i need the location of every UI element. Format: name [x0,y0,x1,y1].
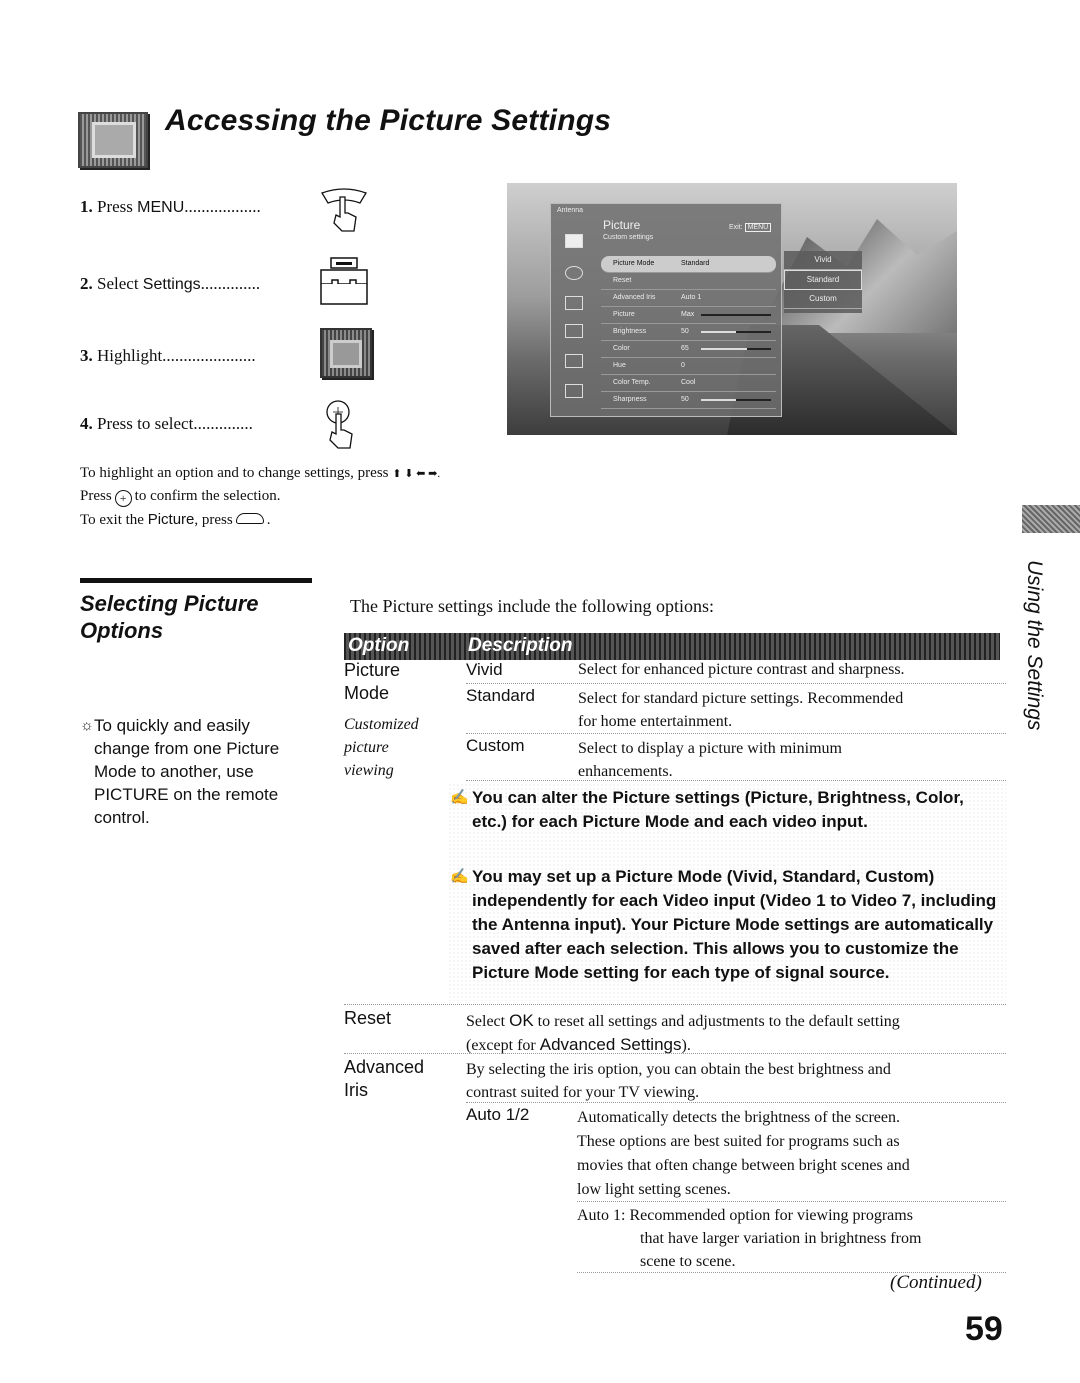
iris-auto-1-2-desc: Automatically detects the brightness of … [577,1109,910,1198]
menu-row-color-temp[interactable]: Color Temp. Cool [601,375,776,392]
reset-desc: Select OK to reset all settings and adju… [466,1011,900,1054]
menu-row-hue[interactable]: Hue 0 [601,358,776,375]
popup-option-custom[interactable]: Custom [784,290,862,309]
customized-viewing-note: Customized picture viewing [344,716,419,779]
mode-custom: Custom [466,736,525,755]
row-divider [577,1201,1006,1202]
note-2: ✍ You may set up a Picture Mode (Vivid, … [450,867,997,982]
chapter-tab-label: Using the Settings [1023,560,1046,731]
enter-button-hand-icon [326,400,353,449]
exit-hint: Exit: MENU [729,223,772,232]
option-reset: Reset [344,1008,392,1028]
mode-vivid-desc: Select for enhanced picture contrast and… [578,661,905,678]
iris-auto-1-desc: Auto 1: Recommended option for viewing p… [577,1207,922,1270]
menu-row-reset[interactable]: Reset [601,273,776,290]
row-divider [466,733,1006,734]
picture-slider[interactable] [701,314,771,316]
input-source-label: Antenna [557,207,584,214]
menu-subtitle: Custom settings [603,234,654,241]
color-slider[interactable] [701,348,771,350]
menu-row-sharpness[interactable]: Sharpness 50 [601,392,776,409]
header-description: Description [468,635,573,656]
nav-instruction-2: Press + to confirm the selection. [80,488,281,507]
picture-mode-popup: Vivid Standard Custom [784,251,862,313]
tip-note: ☼ To quickly and easily change from one … [80,716,280,827]
menu-button-icon [235,513,264,524]
picture-mode-notes: ✍ You can alter the Picture settings (Pi… [448,783,1006,1001]
popup-option-vivid[interactable]: Vivid [784,251,862,270]
arrow-keys-icon: ⬆ ⬇ ⬅ ➡. [392,468,441,480]
picture-settings-icon [320,328,372,378]
continued-label: (Continued) [890,1272,982,1293]
row-divider [466,780,1006,781]
setup-tab-icon [565,384,583,398]
row-divider [466,683,1006,684]
picture-settings-icon [78,112,148,168]
screen-tab-icon [565,296,583,310]
parent-tab-icon [565,354,583,368]
sound-tab-icon [565,266,583,280]
menu-row-picture[interactable]: Picture Max [601,307,776,324]
step-2: 2. Select Settings.............. [80,274,261,293]
nav-instruction-1: To highlight an option and to change set… [80,465,441,481]
mode-vivid: Vivid [466,660,503,679]
enter-button-icon: + [114,490,132,507]
mode-standard-desc: Select for standard picture settings. Re… [578,690,904,730]
menu-row-brightness[interactable]: Brightness 50 [601,324,776,341]
page-number: 59 [965,1310,1003,1348]
row-divider [466,1102,1006,1103]
menu-row-color[interactable]: Color 65 [601,341,776,358]
option-advanced-iris: Advanced Iris [344,1057,425,1100]
memo-pencil-icon: ✍ [450,789,469,806]
memo-pencil-icon: ✍ [450,868,469,885]
settings-toolbox-icon [320,257,368,305]
lightbulb-tip-icon: ☼ [80,717,94,734]
menu-row-advanced-iris[interactable]: Advanced Iris Auto 1 [601,290,776,307]
table-header: Option Description [344,633,1000,660]
menu-row-picture-mode[interactable]: Picture Mode Standard [601,256,776,273]
menu-title: Picture [603,218,641,232]
section-title: Selecting Picture Options [80,591,259,643]
header-option: Option [348,635,410,656]
chapter-tab-marker [1022,505,1080,533]
menu-button-hand-icon [321,188,367,232]
note-1: ✍ You can alter the Picture settings (Pi… [450,788,964,831]
nav-instruction-3: To exit the Picture, press. [80,511,271,528]
tv-menu-screenshot: Antenna Picture Custom settings Exit: ME… [507,183,957,435]
channel-tab-icon [565,324,583,338]
row-divider [344,1004,1006,1005]
page-title: Accessing the Picture Settings [165,104,612,137]
picture-menu-panel: Antenna Picture Custom settings Exit: ME… [550,203,782,417]
popup-option-standard[interactable]: Standard [784,270,862,290]
picture-tab-icon [565,234,583,248]
iris-auto-1-2: Auto 1/2 [466,1105,530,1124]
advanced-iris-desc: By selecting the iris option, you can ob… [466,1061,891,1101]
step-4: 4. Press to select.............. [80,414,253,433]
section-rule [80,578,312,583]
table-intro: The Picture settings include the followi… [350,596,714,616]
step-1: 1. Press MENU.................. [80,197,261,216]
mode-custom-desc: Select to display a picture with minimum… [578,740,842,780]
step-3: 3. Highlight...................... [80,346,256,365]
row-divider [344,1053,1006,1054]
sharpness-slider[interactable] [701,399,771,401]
option-picture-mode: Picture Mode [344,660,401,703]
brightness-slider[interactable] [701,331,771,333]
mode-standard: Standard [466,686,535,705]
